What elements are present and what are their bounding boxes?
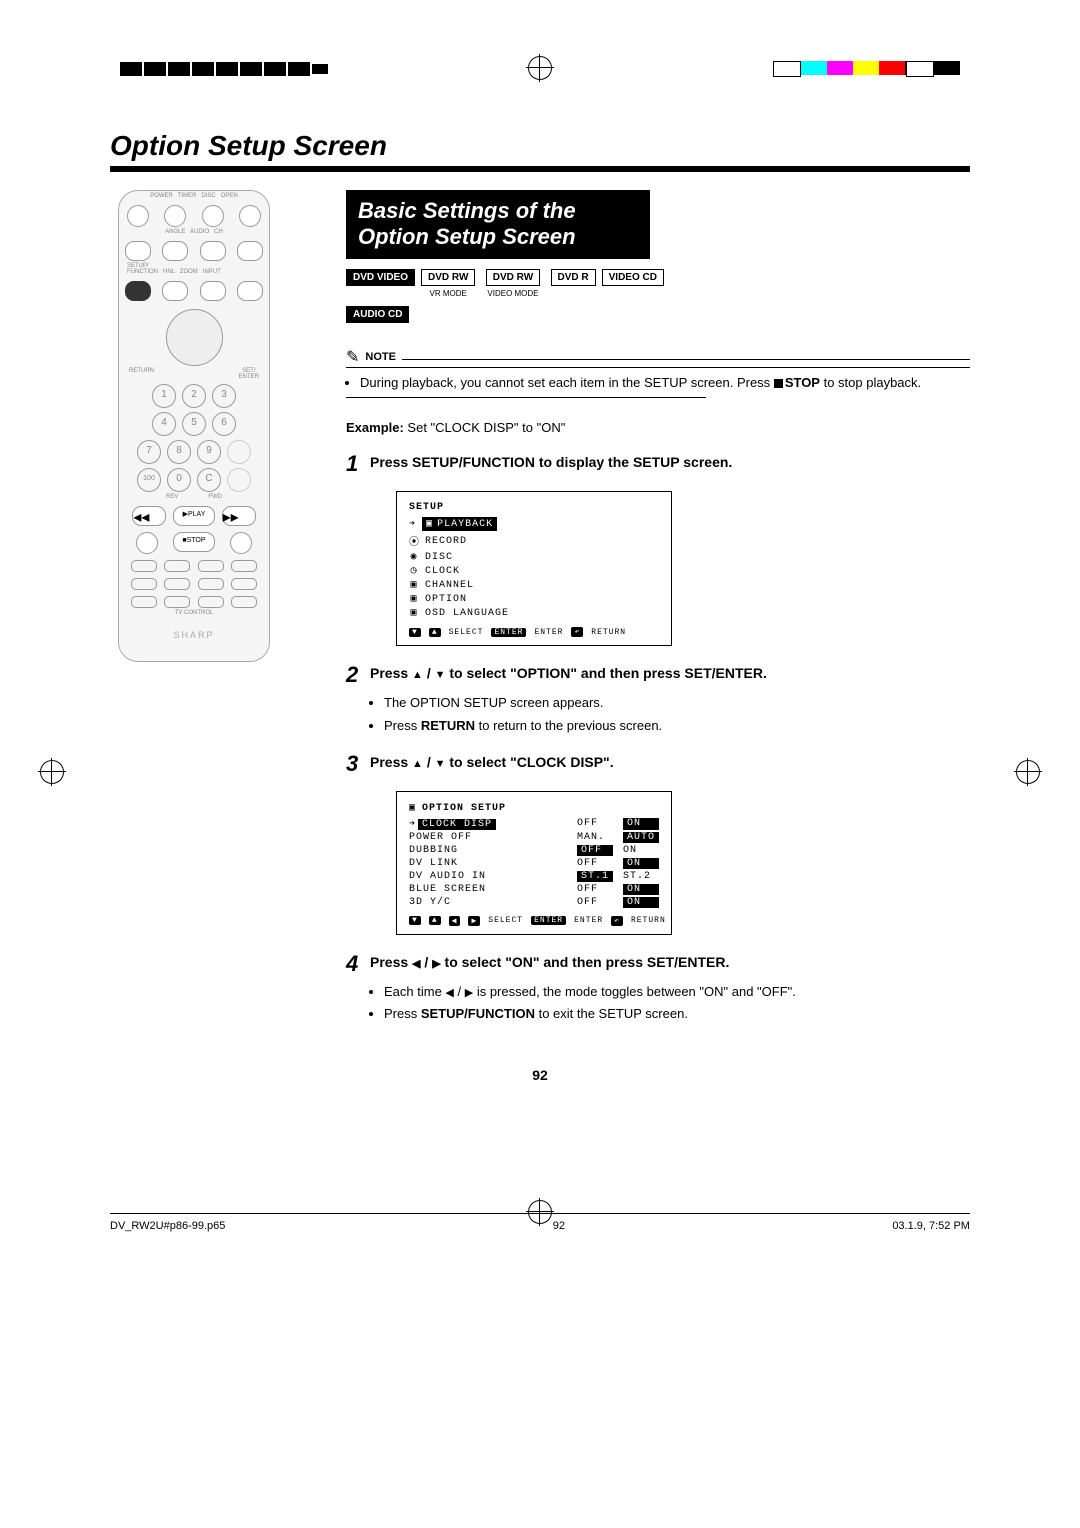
step-3: 3 Press / to select "CLOCK DISP".: [346, 753, 970, 775]
registration-mark-top: [528, 56, 552, 80]
note-label: NOTE: [365, 351, 396, 363]
footer-page: 92: [553, 1220, 565, 1232]
density-ladder-left: [120, 62, 330, 76]
osd-setup-menu: SETUP ➔▣PLAYBACK ⦿RECORD ◉DISC ◷CLOCK ▣C…: [396, 491, 672, 646]
osd-playback-row: ▣PLAYBACK: [422, 517, 497, 531]
remote-control-illustration: POWER TIMER DISC OPEN ANGLE AUDIO CH SET…: [118, 190, 270, 662]
note-heading: ✎ NOTE: [346, 347, 970, 368]
step-4: 4 Press / to select "ON" and then press …: [346, 953, 970, 975]
section-heading: Basic Settings of the Option Setup Scree…: [346, 190, 650, 259]
osd-option-setup: ▣OPTION SETUP ➔CLOCK DISPOFFONPOWER OFFM…: [396, 791, 672, 935]
note-item: During playback, you cannot set each ite…: [360, 374, 970, 392]
format-tags: DVD VIDEO DVD RWVR MODE DVD RWVIDEO MODE…: [346, 269, 970, 300]
footer-file: DV_RW2U#p86-99.p65: [110, 1220, 225, 1232]
note-icon: ✎: [346, 347, 359, 367]
tag-dvd-rw-vr: DVD RW: [421, 269, 475, 286]
step-4-bullets: Each time / is pressed, the mode toggles…: [370, 983, 970, 1024]
title-rule: [110, 166, 970, 172]
left-column: POWER TIMER DISC OPEN ANGLE AUDIO CH SET…: [110, 190, 310, 1027]
tag-dvd-rw-video: DVD RW: [486, 269, 540, 286]
right-column: Basic Settings of the Option Setup Scree…: [346, 190, 970, 1027]
page-sheet: Option Setup Screen POWER TIMER DISC OPE…: [0, 0, 1080, 1292]
page-number: 92: [110, 1067, 970, 1083]
tag-dvd-r: DVD R: [551, 269, 596, 286]
step-1: 1 Press SETUP/FUNCTION to display the SE…: [346, 453, 970, 475]
color-bar: [773, 61, 960, 77]
note-close-rule: [346, 397, 706, 398]
stop-icon: [774, 379, 783, 388]
step-2: 2 Press / to select "OPTION" and then pr…: [346, 664, 970, 686]
tag-audio-cd: AUDIO CD: [346, 306, 409, 323]
tag-video-cd: VIDEO CD: [602, 269, 664, 286]
footer-date: 03.1.9, 7:52 PM: [892, 1220, 970, 1232]
footer: DV_RW2U#p86-99.p65 92 03.1.9, 7:52 PM: [110, 1213, 970, 1232]
page-title: Option Setup Screen: [110, 130, 970, 162]
registration-mark-bottom: [528, 1200, 552, 1224]
print-marks: [0, 60, 1080, 78]
note-list: During playback, you cannot set each ite…: [346, 374, 970, 392]
example-line: Example: Set "CLOCK DISP" to "ON": [346, 420, 970, 435]
tag-dvd-video: DVD VIDEO: [346, 269, 415, 286]
step-2-bullets: The OPTION SETUP screen appears. Press R…: [370, 694, 970, 734]
registration-mark-left: [40, 760, 64, 784]
remote-brand: SHARP: [119, 630, 269, 640]
registration-mark-right: [1016, 760, 1040, 784]
